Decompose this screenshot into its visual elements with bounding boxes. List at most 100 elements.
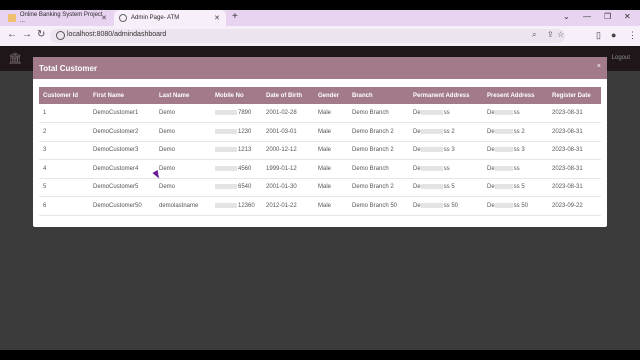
permanent-address-cell: De ss 50 <box>409 196 483 216</box>
modal-header: Total Customer × <box>33 57 607 79</box>
first-name-cell: DemoCustomer2 <box>89 122 155 142</box>
column-header: First Name <box>93 92 125 99</box>
url-text[interactable]: localhost:8080/admindashboard <box>67 31 166 38</box>
browser-tab-project[interactable]: Online Banking System Project ... ✕ <box>3 10 113 26</box>
column-header: Mobile No <box>215 92 244 99</box>
table-header-row: Customer Id First Name Last Name Mobile … <box>39 87 601 104</box>
table-row: 4 DemoCustomer4 Demo 4560 1999-01-12 Male Demo… <box>39 159 601 179</box>
address-suffix: ss <box>513 165 520 172</box>
column-header: Last Name <box>159 92 190 99</box>
gender-cell: Male <box>314 196 348 216</box>
address-prefix: De <box>487 110 495 117</box>
site-info-icon[interactable] <box>56 31 65 40</box>
sidebar-icon[interactable]: ▯ <box>596 30 601 41</box>
redacted-block <box>420 128 443 134</box>
mobile-suffix: 1213 <box>238 147 252 154</box>
gender-cell: Male <box>314 104 348 123</box>
bookmark-star-icon[interactable]: ☆ <box>557 30 564 39</box>
menu-icon[interactable]: ⋮ <box>628 30 637 41</box>
permanent-address-cell: De ss <box>409 104 483 123</box>
register-date-cell: 2023-08-31 <box>548 104 601 123</box>
customer-id-cell: 3 <box>39 141 89 160</box>
address-suffix: ss <box>443 110 450 117</box>
branch-cell: Demo Branch 50 <box>348 196 409 216</box>
last-name-cell: demolastname <box>155 196 211 216</box>
address-prefix: De <box>487 128 495 135</box>
redacted-block <box>420 109 443 115</box>
mobile-suffix: 7890 <box>238 110 252 117</box>
present-address-cell: De ss 50 <box>483 196 548 216</box>
table-row: 1 DemoCustomer1 Demo 7890 2001-02-28 Male Demo… <box>39 104 601 123</box>
gender-cell: Male <box>314 122 348 142</box>
column-header: Branch <box>352 92 373 99</box>
mobile-cell: 7890 <box>211 104 262 123</box>
reload-icon[interactable]: ↻ <box>37 29 45 40</box>
tab-search-icon[interactable]: ⌄ <box>563 12 570 21</box>
window-close-icon[interactable]: ✕ <box>624 12 631 21</box>
gender-cell: Male <box>314 178 348 197</box>
present-address-cell: De ss 3 <box>483 141 548 160</box>
permanent-address-cell: De ss 5 <box>409 178 483 197</box>
mobile-suffix: 12360 <box>238 202 255 209</box>
address-prefix: De <box>487 165 495 172</box>
forward-icon[interactable]: → <box>22 29 32 40</box>
redacted-block <box>215 184 237 190</box>
share-icon[interactable]: ⇪ <box>547 30 554 39</box>
redacted-block <box>215 202 237 208</box>
globe-icon <box>119 14 127 22</box>
last-name-cell: Demo <box>155 159 211 179</box>
present-address-cell: De ss <box>483 104 548 123</box>
page-viewport: 🏛 Logout Total Customer × Customer Id Fi… <box>0 46 640 350</box>
address-prefix: De <box>413 128 421 135</box>
gender-cell: Male <box>314 141 348 160</box>
browser-tab-admin[interactable]: Admin Page- ATM ✕ <box>114 10 226 26</box>
first-name-cell: DemoCustomer5 <box>89 178 155 197</box>
register-date-cell: 2023-08-31 <box>548 141 601 160</box>
address-prefix: De <box>413 110 421 117</box>
address-prefix: De <box>487 147 495 154</box>
column-header: Date of Birth <box>266 92 302 99</box>
restore-icon[interactable]: ❐ <box>604 12 611 21</box>
present-address-cell: De ss <box>483 159 548 179</box>
first-name-cell: DemoCustomer50 <box>89 196 155 216</box>
redacted-block <box>494 202 513 208</box>
present-address-cell: De ss 5 <box>483 178 548 197</box>
redacted-block <box>494 109 513 115</box>
branch-cell: Demo Branch <box>348 159 409 179</box>
customer-table: Customer Id First Name Last Name Mobile … <box>39 87 601 216</box>
column-header: Present Address <box>487 92 535 99</box>
address-suffix: ss <box>443 165 450 172</box>
dob-cell: 2000-12-12 <box>262 141 314 160</box>
close-icon[interactable]: × <box>597 63 601 70</box>
address-bar[interactable]: localhost:8080/admindashboard ⌕ ⇪ ☆ <box>50 29 565 43</box>
mobile-cell: 1230 <box>211 122 262 142</box>
permanent-address-cell: De ss 2 <box>409 122 483 142</box>
modal-title: Total Customer <box>39 64 98 73</box>
profile-icon[interactable]: ● <box>611 30 616 40</box>
table-row: 2 DemoCustomer2 Demo 1230 2001-03-01 Male Demo… <box>39 122 601 142</box>
close-tab-icon[interactable]: ✕ <box>101 14 107 22</box>
address-suffix: ss 5 <box>513 184 525 191</box>
dob-cell: 1999-01-12 <box>262 159 314 179</box>
new-tab-icon[interactable]: + <box>232 11 238 22</box>
register-date-cell: 2023-08-31 <box>548 159 601 179</box>
address-prefix: De <box>413 202 421 209</box>
last-name-cell: Demo <box>155 141 211 160</box>
logout-link[interactable]: Logout <box>612 55 630 61</box>
redacted-block <box>494 165 513 171</box>
dob-cell: 2001-01-30 <box>262 178 314 197</box>
zoom-icon[interactable]: ⌕ <box>532 30 536 40</box>
last-name-cell: Demo <box>155 122 211 142</box>
register-date-cell: 2023-08-31 <box>548 122 601 142</box>
customer-id-cell: 6 <box>39 196 89 216</box>
dob-cell: 2001-02-28 <box>262 104 314 123</box>
address-suffix: ss 3 <box>443 147 455 154</box>
minimize-icon[interactable]: — <box>583 12 591 21</box>
close-tab-icon[interactable]: ✕ <box>214 14 220 22</box>
tab-title: Online Banking System Project ... <box>19 12 103 24</box>
back-icon[interactable]: ← <box>7 29 17 40</box>
redacted-block <box>420 147 443 153</box>
bank-icon: 🏛 <box>8 53 22 65</box>
customer-id-cell: 1 <box>39 104 89 123</box>
permanent-address-cell: De ss <box>409 159 483 179</box>
